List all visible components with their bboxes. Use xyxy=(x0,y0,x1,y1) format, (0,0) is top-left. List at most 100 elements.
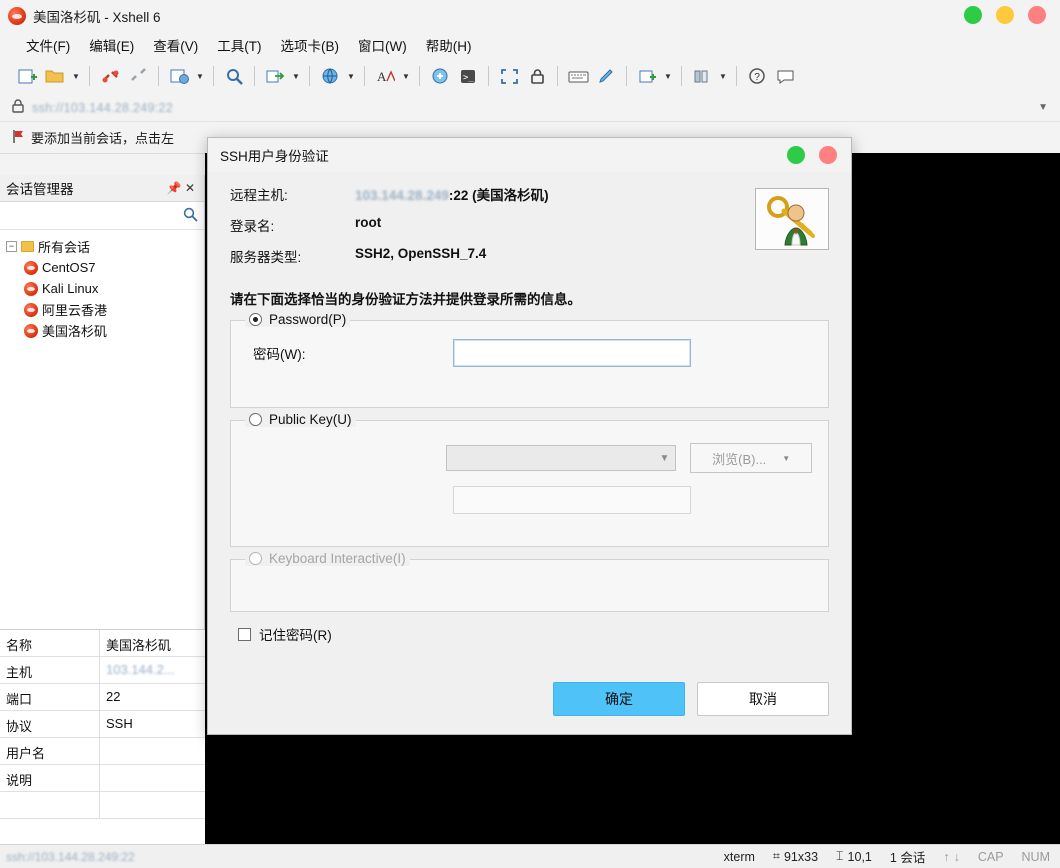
remote-host-ip: 103.144.28.249 xyxy=(355,188,449,203)
dialog-minimize-button[interactable] xyxy=(787,146,805,164)
connect-icon[interactable] xyxy=(97,63,123,89)
ssh-copy-icon[interactable]: >_ xyxy=(455,63,481,89)
menu-tools[interactable]: 工具(T) xyxy=(209,32,269,58)
fullscreen-icon[interactable] xyxy=(496,63,522,89)
menu-window[interactable]: 窗口(W) xyxy=(350,32,415,58)
sidebar-item-aliyun-hk[interactable]: 阿里云香港 xyxy=(24,299,204,320)
toolbar-separator xyxy=(419,66,420,86)
keyboard-icon[interactable] xyxy=(565,63,591,89)
maximize-button[interactable] xyxy=(996,6,1014,24)
status-cursor-value: 10,1 xyxy=(847,849,872,864)
file-transfer-dropdown-icon[interactable]: ▼ xyxy=(290,63,302,89)
menu-tabs[interactable]: 选项卡(B) xyxy=(273,32,348,58)
toolbar-separator xyxy=(736,66,737,86)
session-icon xyxy=(24,260,38,275)
menu-edit[interactable]: 编辑(E) xyxy=(81,32,142,58)
session-search-input[interactable] xyxy=(6,207,183,224)
property-value xyxy=(100,792,205,818)
property-key xyxy=(0,792,100,818)
session-manager-panel: 会话管理器 📌 ✕ − 所有会话 CentOS7 Kali Linux 阿里云香… xyxy=(0,175,205,844)
sidebar-item-kali-linux[interactable]: Kali Linux xyxy=(24,278,204,299)
password-radio-row[interactable]: Password(P) xyxy=(245,312,351,327)
menu-view[interactable]: 查看(V) xyxy=(145,32,206,58)
font-icon[interactable]: A xyxy=(372,63,398,89)
add-window-icon[interactable] xyxy=(634,63,660,89)
file-transfer-icon[interactable] xyxy=(262,63,288,89)
toolbar-separator xyxy=(364,66,365,86)
font-dropdown-icon[interactable]: ▼ xyxy=(400,63,412,89)
session-properties-dropdown-icon[interactable]: ▼ xyxy=(194,63,206,89)
toolbar-separator xyxy=(89,66,90,86)
connection-info: 远程主机: 103.144.28.249:22 (美国洛杉矶) 登录名: roo… xyxy=(230,172,829,266)
tree-root-all-sessions[interactable]: − 所有会话 xyxy=(6,236,204,257)
remember-password-row[interactable]: 记住密码(R) xyxy=(238,624,829,644)
session-search[interactable] xyxy=(0,202,204,230)
size-icon: ⌗ xyxy=(772,849,780,863)
lock-icon[interactable] xyxy=(524,63,550,89)
open-folder-icon[interactable] xyxy=(42,63,68,89)
dialog-title-bar: SSH用户身份验证 xyxy=(208,138,851,172)
ok-button[interactable]: 确定 xyxy=(553,682,685,716)
session-properties-icon[interactable] xyxy=(166,63,192,89)
folder-icon xyxy=(21,241,34,252)
password-radio[interactable] xyxy=(249,313,262,326)
server-type-label: 服务器类型: xyxy=(230,250,302,265)
menu-file[interactable]: 文件(F) xyxy=(18,32,78,58)
toolbar-separator xyxy=(681,66,682,86)
search-icon[interactable] xyxy=(183,207,198,225)
globe-icon[interactable] xyxy=(317,63,343,89)
dialog-actions: 确定 取消 xyxy=(553,682,829,716)
sidebar-item-centos7[interactable]: CentOS7 xyxy=(24,257,204,278)
pin-icon[interactable]: 📌 xyxy=(166,181,182,195)
comment-icon[interactable] xyxy=(772,63,798,89)
cancel-button[interactable]: 取消 xyxy=(697,682,829,716)
password-input[interactable] xyxy=(453,339,691,367)
passphrase-input[interactable] xyxy=(453,486,691,514)
keyboard-interactive-group: Keyboard Interactive(I) xyxy=(230,551,829,612)
notice-text: 要添加当前会话，点击左 xyxy=(31,131,175,146)
open-folder-dropdown-icon[interactable]: ▼ xyxy=(70,63,82,89)
globe-dropdown-icon[interactable]: ▼ xyxy=(345,63,357,89)
arrange-icon[interactable] xyxy=(689,63,715,89)
table-row: 协议 SSH xyxy=(0,711,205,738)
status-size-value: 91x33 xyxy=(783,849,819,864)
toolbar-separator xyxy=(213,66,214,86)
highlight-icon[interactable] xyxy=(593,63,619,89)
help-icon[interactable]: ? xyxy=(744,63,770,89)
close-icon[interactable]: ✕ xyxy=(182,181,198,195)
password-group-body: 密码(W): xyxy=(231,321,828,383)
compose-icon[interactable] xyxy=(427,63,453,89)
cursor-icon: ⌶ xyxy=(836,849,844,863)
publickey-radio[interactable] xyxy=(249,413,262,426)
new-session-icon[interactable] xyxy=(14,63,40,89)
keyboard-interactive-radio[interactable] xyxy=(249,552,262,565)
user-key-select[interactable]: ▼ xyxy=(446,445,677,471)
minimize-button[interactable] xyxy=(964,6,982,24)
toolbar-separator xyxy=(158,66,159,86)
disconnect-icon[interactable] xyxy=(125,63,151,89)
svg-text:?: ? xyxy=(754,72,760,83)
status-sessions: 1 会话 xyxy=(889,851,926,865)
browse-button[interactable]: 浏览(B)... ▼ xyxy=(690,443,812,473)
keyboard-radio-row[interactable]: Keyboard Interactive(I) xyxy=(245,551,410,566)
sidebar-item-usa-la[interactable]: 美国洛杉矶 xyxy=(24,320,204,341)
svg-text:>_: >_ xyxy=(463,73,474,83)
property-value: 美国洛杉矶 xyxy=(106,638,172,653)
address-bar[interactable]: ssh://103.144.28.249:22 ▼ xyxy=(0,94,1060,122)
remember-password-checkbox[interactable] xyxy=(238,627,251,641)
publickey-radio-row[interactable]: Public Key(U) xyxy=(245,412,356,427)
find-icon[interactable] xyxy=(221,63,247,89)
collapse-icon[interactable]: − xyxy=(6,241,17,252)
arrange-dropdown-icon[interactable]: ▼ xyxy=(717,63,729,89)
property-key: 协议 xyxy=(0,711,100,737)
dialog-close-button[interactable] xyxy=(819,146,837,164)
flag-icon xyxy=(12,129,24,147)
menu-help[interactable]: 帮助(H) xyxy=(418,32,480,58)
address-dropdown-icon[interactable]: ▼ xyxy=(1038,102,1048,113)
property-key: 主机 xyxy=(0,657,100,683)
session-icon xyxy=(24,302,38,317)
xshell-logo-icon xyxy=(8,7,26,25)
add-window-dropdown-icon[interactable]: ▼ xyxy=(662,63,674,89)
session-label: CentOS7 xyxy=(42,260,96,275)
close-button[interactable] xyxy=(1028,6,1046,24)
